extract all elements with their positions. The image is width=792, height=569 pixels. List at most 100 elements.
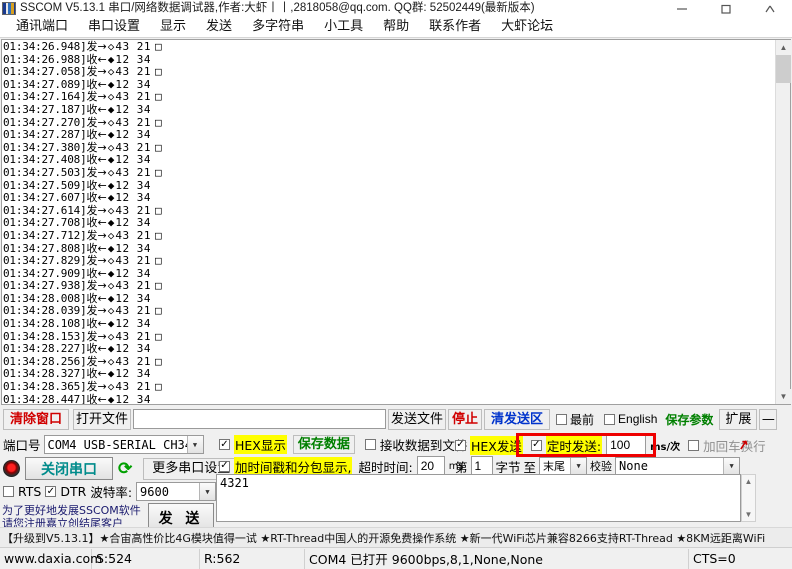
- maximize-icon[interactable]: [704, 0, 748, 17]
- chevron-down-icon[interactable]: ▼: [186, 436, 203, 453]
- menu-display[interactable]: 显示: [150, 17, 196, 37]
- send-textarea-scrollbar[interactable]: ▲ ▼: [741, 474, 756, 522]
- crlf-checkbox[interactable]: [688, 439, 700, 451]
- log-tail-icon: □: [154, 203, 162, 217]
- status-led-icon: [3, 460, 20, 477]
- log-marker-icon: ◇: [107, 65, 115, 79]
- clear-send-area-label: 清发送区: [491, 411, 544, 427]
- file-path-input[interactable]: [133, 409, 386, 429]
- log-marker-icon: ◇: [107, 380, 115, 394]
- refresh-icon[interactable]: ⟳: [118, 460, 132, 477]
- menu-help[interactable]: 帮助: [373, 17, 419, 37]
- menu-send[interactable]: 发送: [196, 17, 242, 37]
- timestamp-label: 加时间戳和分包显示,: [234, 456, 353, 476]
- timeout-input[interactable]: [416, 456, 445, 476]
- baud-select[interactable]: 9600 ▼: [136, 482, 217, 501]
- scrollbar-thumb[interactable]: [776, 55, 791, 83]
- port-select[interactable]: COM4 USB-SERIAL CH340 ▼: [43, 435, 204, 454]
- rts-checkbox[interactable]: [3, 486, 14, 497]
- status-website[interactable]: www.daxia.com: [0, 548, 102, 569]
- checksum-select[interactable]: None ▼: [615, 456, 741, 476]
- promo-banner[interactable]: 【升级到V5.13.1】★合宙高性价比4G模块值得一试 ★RT-Thread中国…: [0, 527, 792, 547]
- clear-send-area-button[interactable]: 清发送区: [484, 408, 550, 430]
- chevron-down-icon[interactable]: ▼: [199, 483, 216, 500]
- log-tail-icon: □: [154, 380, 162, 394]
- send-file-button[interactable]: 发送文件: [388, 408, 446, 430]
- receive-log-scrollbar[interactable]: ▲ ▼: [775, 40, 791, 404]
- log-tail-icon: □: [154, 304, 162, 318]
- send-textarea[interactable]: 4321: [216, 474, 741, 522]
- byte-index-input[interactable]: [470, 456, 493, 476]
- recv-to-file-checkbox[interactable]: [364, 439, 376, 450]
- collapse-button[interactable]: —: [759, 408, 778, 430]
- close-port-button[interactable]: 关闭串口: [25, 457, 113, 480]
- english-checkbox[interactable]: English: [604, 412, 657, 426]
- log-payload: 43 21: [115, 65, 151, 79]
- log-timestamp: 01:34:28.365]: [3, 380, 87, 394]
- log-timestamp: 01:34:27.503]: [3, 165, 87, 179]
- menu-tools[interactable]: 小工具: [314, 17, 373, 37]
- receive-log-area[interactable]: 01:34:26.948] 发→ ◇ 43 21 □ 01:34:26.988] 收← ◆ 12…: [2, 40, 775, 404]
- log-direction: 收←: [86, 102, 107, 116]
- timed-send-interval-input[interactable]: [606, 435, 647, 455]
- log-marker-icon: ◆: [107, 102, 115, 116]
- log-direction: 收←: [86, 191, 107, 205]
- checksum-value: None: [619, 459, 648, 473]
- scroll-up-icon[interactable]: ▲: [776, 40, 791, 55]
- scroll-down-icon[interactable]: ▼: [742, 508, 755, 521]
- close-icon[interactable]: [748, 0, 792, 17]
- log-timestamp: 01:34:28.108]: [3, 317, 87, 331]
- log-tail-icon: □: [154, 165, 162, 179]
- scroll-up-icon[interactable]: ▲: [742, 475, 755, 488]
- byte-end-select[interactable]: 末尾 ▼: [539, 456, 588, 476]
- status-sent-count: S:524: [92, 548, 200, 569]
- log-line: 01:34:27.058] 发→ ◇ 43 21 □: [3, 66, 775, 79]
- english-checkbox-box[interactable]: [604, 413, 616, 425]
- timed-send-checkbox[interactable]: ✓: [530, 439, 542, 451]
- log-tail-icon: □: [154, 329, 162, 343]
- save-params-button[interactable]: 保存参数: [665, 411, 713, 428]
- timestamp-checkbox[interactable]: ✓: [219, 460, 230, 472]
- log-direction: 发→: [86, 228, 107, 242]
- log-marker-icon: ◆: [107, 191, 115, 205]
- menu-contact-author[interactable]: 联系作者: [419, 17, 491, 37]
- log-tail-icon: □: [154, 115, 162, 129]
- chevron-down-icon[interactable]: ▼: [723, 457, 740, 475]
- minimize-icon[interactable]: [660, 0, 704, 17]
- clear-window-button[interactable]: 清除窗口: [3, 408, 69, 430]
- log-payload: 43 21: [115, 279, 151, 293]
- log-payload: 12 34: [115, 342, 151, 356]
- promo-line-1: 为了更好地发展SSCOM软件: [2, 504, 141, 517]
- status-bar: www.daxia.com S:524 R:562 COM4 已打开 9600b…: [0, 547, 792, 569]
- save-data-label: 保存数据: [297, 437, 350, 452]
- log-marker-icon: ◆: [107, 392, 115, 404]
- hex-send-checkbox[interactable]: ✓: [455, 439, 466, 451]
- log-timestamp: 01:34:27.187]: [3, 102, 87, 116]
- scroll-down-icon[interactable]: ▼: [776, 389, 791, 404]
- log-payload: 43 21: [115, 40, 151, 53]
- status-received-count: R:562: [200, 548, 305, 569]
- menu-serial-settings[interactable]: 串口设置: [78, 17, 150, 37]
- open-file-button[interactable]: 打开文件: [73, 408, 131, 430]
- log-payload: 12 34: [115, 392, 151, 404]
- checksum-label: 校验: [590, 460, 613, 473]
- topmost-checkbox[interactable]: 最前: [556, 411, 594, 428]
- hex-display-checkbox[interactable]: ✓: [219, 439, 230, 450]
- menu-comm-port[interactable]: 通讯端口: [6, 17, 78, 37]
- chevron-down-icon[interactable]: ▼: [570, 457, 587, 475]
- topmost-checkbox-box[interactable]: [556, 413, 567, 425]
- byte-to-label: 至: [523, 459, 537, 475]
- log-line: 01:34:27.287] 收← ◆ 12 34: [3, 129, 775, 142]
- log-tail-icon: □: [154, 254, 162, 268]
- log-marker-icon: ◆: [107, 317, 115, 331]
- menu-forum[interactable]: 大虾论坛: [491, 17, 563, 37]
- dtr-checkbox[interactable]: ✓: [45, 486, 57, 497]
- menu-multi-string[interactable]: 多字符串: [242, 17, 314, 37]
- title-bar: SSCOM V5.13.1 串口/网络数据调试器,作者:大虾丨丨,2818058…: [0, 0, 792, 17]
- hex-display-row: ✓ HEX显示 保存数据 接收数据到文件: [219, 435, 467, 454]
- stop-button[interactable]: 停止: [448, 408, 482, 430]
- log-payload: 43 21: [115, 254, 151, 268]
- save-data-button[interactable]: 保存数据: [292, 435, 355, 454]
- extend-button[interactable]: 扩展: [719, 408, 758, 430]
- log-timestamp: 01:34:27.712]: [3, 228, 87, 242]
